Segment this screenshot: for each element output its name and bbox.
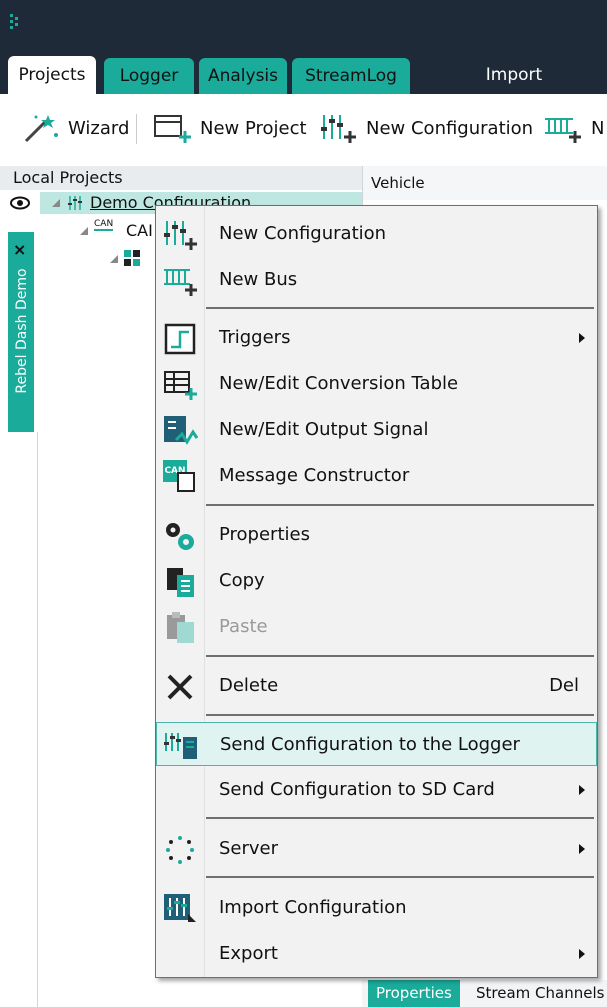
paste-icon — [167, 612, 194, 643]
new-bus-icon — [164, 269, 197, 296]
output-signal-icon — [164, 416, 198, 445]
local-projects-header: Local Projects — [0, 166, 362, 190]
can-icon: CAN — [94, 219, 114, 231]
menu-separator — [206, 714, 594, 716]
side-tab-label: Rebel Dash Demo — [14, 268, 30, 394]
tab-import[interactable]: Import — [466, 56, 562, 94]
device-icon — [124, 250, 140, 266]
title-bar — [0, 0, 607, 56]
tab-streamlog[interactable]: StreamLog — [292, 58, 410, 94]
eye-icon[interactable] — [10, 196, 30, 210]
menu-separator — [206, 876, 594, 878]
gears-icon — [166, 523, 194, 550]
menu-item-message-constructor[interactable]: CAN Message Constructor — [156, 454, 597, 498]
menu-item-new-configuration[interactable]: New Configuration — [156, 212, 597, 256]
menu-item-server[interactable]: Server — [156, 827, 597, 871]
submenu-arrow-icon — [579, 333, 585, 343]
tree-row-device[interactable] — [110, 248, 150, 270]
new-project-button[interactable]: New Project — [152, 108, 307, 148]
tab-properties[interactable]: Properties — [368, 980, 460, 1007]
panel-divider — [37, 432, 38, 1007]
tab-logger[interactable]: Logger — [104, 58, 194, 94]
menu-label: Triggers — [219, 327, 291, 348]
menu-item-properties[interactable]: Properties — [156, 513, 597, 557]
tree-expand-icon[interactable] — [80, 227, 88, 235]
new-configuration-icon — [164, 221, 197, 250]
new-project-icon — [154, 115, 191, 143]
menu-item-send-to-logger[interactable]: Send Configuration to the Logger — [156, 722, 597, 766]
menu-label: Send Configuration to SD Card — [219, 779, 495, 800]
tab-analysis[interactable]: Analysis — [199, 58, 287, 94]
menu-item-copy[interactable]: Copy — [156, 559, 597, 603]
vehicle-column-header: Vehicle — [362, 166, 607, 200]
document-shape — [177, 472, 195, 492]
submenu-arrow-icon — [579, 844, 585, 854]
copy-icon — [167, 568, 194, 597]
menu-item-import-configuration[interactable]: Import Configuration — [156, 886, 597, 930]
tree-bus-label: CAI — [126, 221, 153, 240]
wizard-button[interactable]: Wizard — [22, 108, 129, 148]
app-logo-icon — [10, 14, 18, 29]
menu-item-output-signal[interactable]: New/Edit Output Signal — [156, 408, 597, 452]
new-bus-label: N — [591, 117, 605, 139]
new-bus-icon — [545, 118, 581, 143]
menu-label: Delete — [219, 675, 279, 696]
submenu-arrow-icon — [579, 949, 585, 959]
menu-item-send-to-sd-card[interactable]: Send Configuration to SD Card — [156, 768, 597, 812]
menu-separator — [206, 504, 594, 506]
delete-icon — [167, 674, 193, 700]
menu-label: Server — [219, 838, 279, 859]
tree-row-bus[interactable]: CAN CAI — [80, 220, 160, 242]
message-constructor-icon: CAN — [163, 460, 197, 494]
menu-separator — [206, 307, 594, 309]
server-icon — [166, 836, 194, 864]
menu-item-triggers[interactable]: Triggers — [156, 316, 597, 360]
new-project-label: New Project — [200, 117, 307, 139]
menu-label: Message Constructor — [219, 465, 410, 486]
menu-item-new-bus[interactable]: New Bus — [156, 258, 597, 302]
menu-label: Properties — [219, 524, 310, 545]
new-configuration-icon — [321, 115, 356, 143]
conversion-table-icon — [164, 371, 197, 400]
menu-item-export[interactable]: Export — [156, 932, 597, 976]
ribbon-divider — [136, 114, 137, 144]
menu-label: Copy — [219, 570, 265, 591]
configuration-icon — [68, 196, 82, 210]
wizard-icon — [24, 115, 58, 143]
menu-label: New Configuration — [219, 223, 387, 244]
delete-shortcut: Del — [549, 675, 579, 696]
menu-item-paste[interactable]: Paste — [156, 605, 597, 649]
menu-label: Import Configuration — [219, 897, 407, 918]
menu-item-delete[interactable]: Delete Del — [156, 664, 597, 708]
tab-projects[interactable]: Projects — [8, 56, 96, 94]
menu-label: Export — [219, 943, 278, 964]
tree-expand-icon[interactable] — [110, 255, 118, 263]
menu-separator — [206, 655, 594, 657]
ribbon-toolbar: Wizard New Project New Configuration N — [0, 94, 607, 167]
menu-separator — [206, 817, 594, 819]
import-configuration-icon — [164, 894, 196, 922]
bottom-tab-bar: Properties Stream Channels — [362, 980, 607, 1007]
new-bus-button[interactable]: N — [543, 108, 604, 148]
main-tab-bar: Projects Logger Analysis StreamLog Impor… — [0, 56, 607, 94]
menu-label: New Bus — [219, 269, 298, 290]
tree-expand-icon[interactable] — [52, 199, 60, 207]
new-configuration-button[interactable]: New Configuration — [318, 108, 533, 148]
menu-label: Paste — [219, 616, 268, 637]
submenu-arrow-icon — [579, 785, 585, 795]
wizard-label: Wizard — [68, 117, 130, 139]
menu-item-conversion-table[interactable]: New/Edit Conversion Table — [156, 362, 597, 406]
menu-label: Send Configuration to the Logger — [220, 734, 520, 755]
send-to-logger-icon — [164, 733, 197, 759]
menu-label: New/Edit Conversion Table — [219, 373, 459, 394]
new-configuration-label: New Configuration — [366, 117, 534, 139]
triggers-icon — [164, 323, 196, 355]
context-menu: New Configuration New Bus Triggers New/E… — [155, 205, 598, 978]
menu-label: New/Edit Output Signal — [219, 419, 429, 440]
tab-stream-channels[interactable]: Stream Channels — [468, 980, 607, 1007]
